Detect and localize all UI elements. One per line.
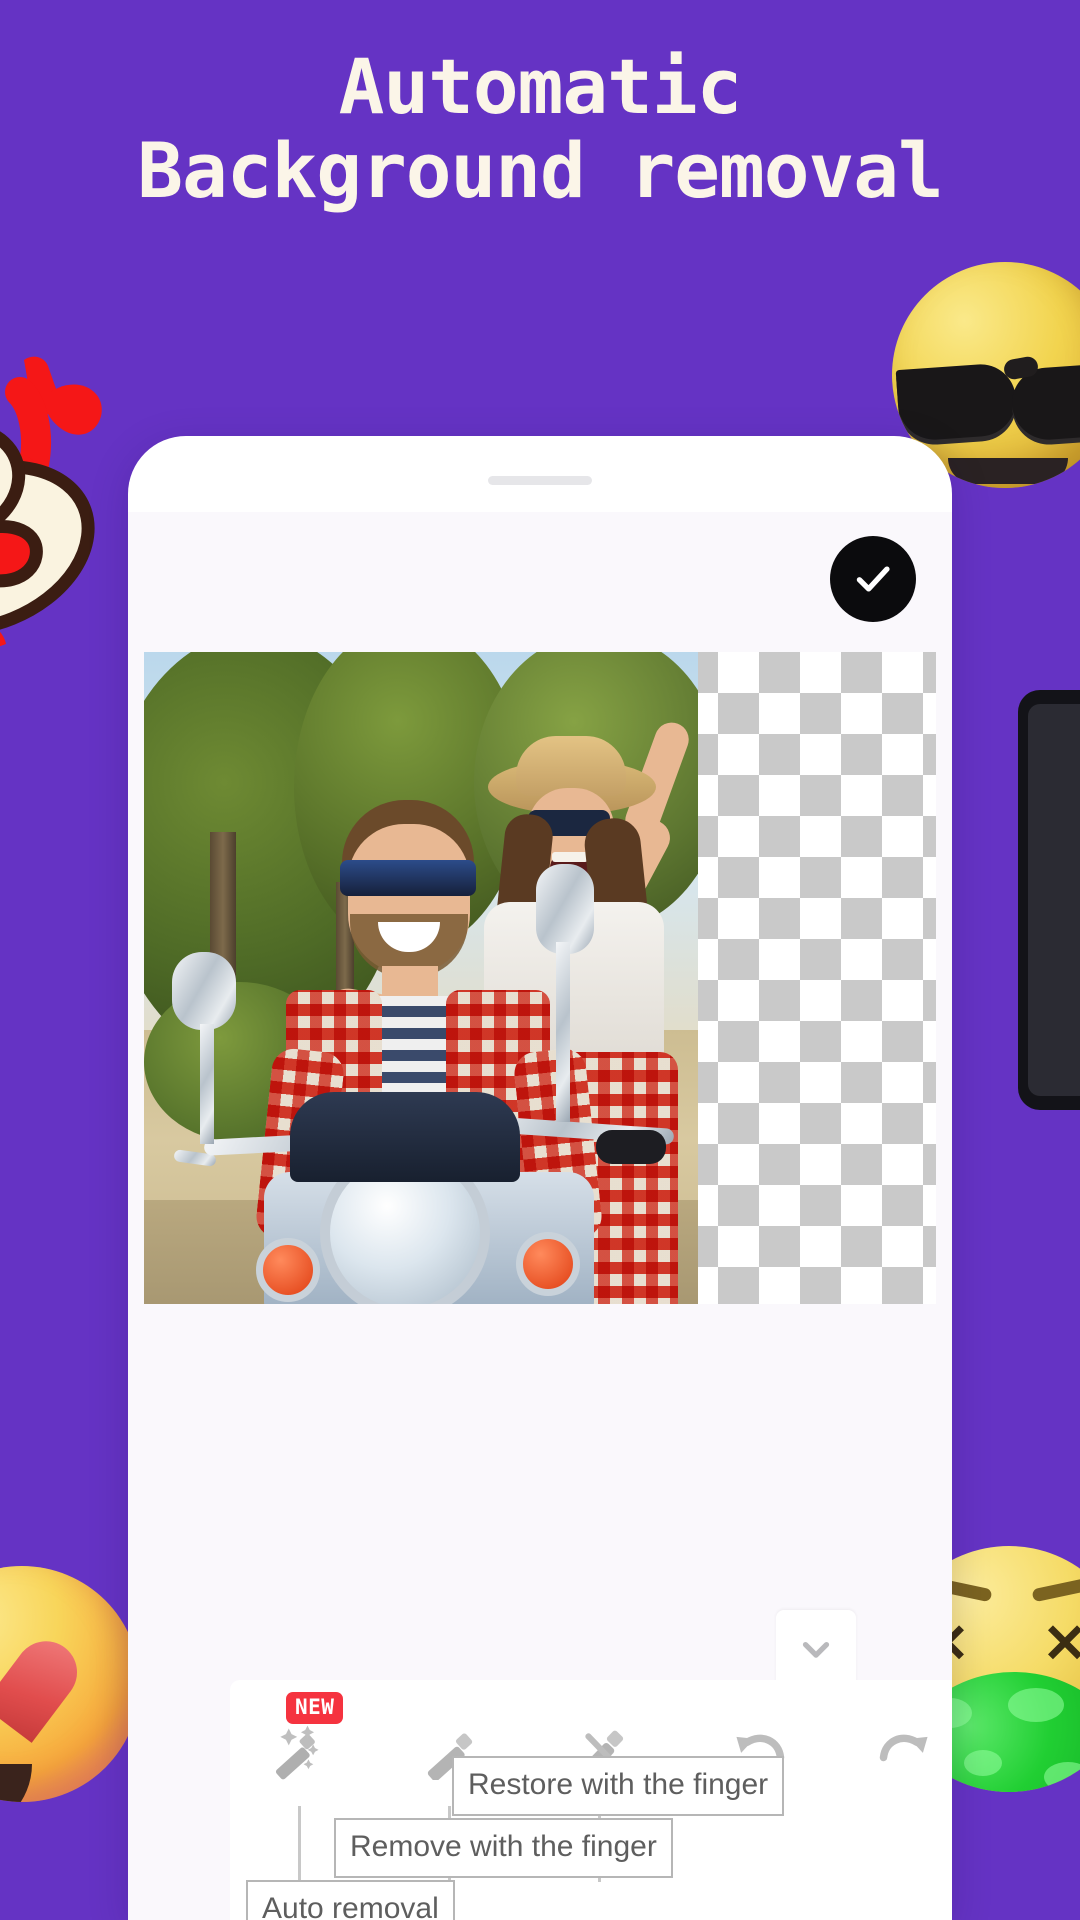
heart-emoji-mouth xyxy=(0,1764,32,1802)
headline-line-1: Automatic xyxy=(338,42,743,131)
sunglasses-mouth xyxy=(948,458,1068,484)
secondary-phone-edge xyxy=(1018,690,1080,1110)
callout-remove-with-finger: Remove with the finger xyxy=(334,1818,673,1878)
sunglasses-lens-left xyxy=(895,361,1019,443)
check-icon xyxy=(856,566,890,592)
photo-subject xyxy=(144,652,698,1304)
photo-canvas[interactable] xyxy=(144,652,936,1304)
photo-scene xyxy=(144,652,698,1304)
secondary-phone-screen xyxy=(1028,704,1080,1096)
callout-text: Restore with the finger xyxy=(468,1768,769,1801)
new-badge: NEW xyxy=(286,1692,344,1724)
magic-wand-icon xyxy=(275,1725,319,1780)
vomit-eye-right: ✕ xyxy=(1042,1614,1080,1674)
vomit-brow-right xyxy=(1031,1574,1080,1603)
devil-sticker xyxy=(0,352,138,662)
phone-mockup: NEW xyxy=(128,436,952,1920)
confirm-button[interactable] xyxy=(830,536,916,622)
callout-text: Remove with the finger xyxy=(350,1830,657,1863)
callout-text: Auto removal xyxy=(262,1892,439,1920)
callout-auto-removal: Auto removal xyxy=(246,1880,455,1920)
headline-line-2: Background removal xyxy=(137,125,944,215)
callout-restore-with-finger: Restore with the finger xyxy=(452,1756,785,1816)
chevron-down-icon xyxy=(802,1642,830,1658)
page-title: Automatic Background removal xyxy=(0,48,1080,209)
phone-screen: NEW xyxy=(128,512,952,1920)
redo-tool[interactable] xyxy=(858,1706,952,1794)
heart-eye xyxy=(0,1644,59,1766)
speaker-grille xyxy=(488,476,592,485)
collapse-toolbar-button[interactable] xyxy=(776,1610,856,1688)
app-topbar xyxy=(128,512,952,656)
heart-eyes-emoji xyxy=(0,1566,140,1802)
redo-arrow-icon xyxy=(879,1734,928,1762)
